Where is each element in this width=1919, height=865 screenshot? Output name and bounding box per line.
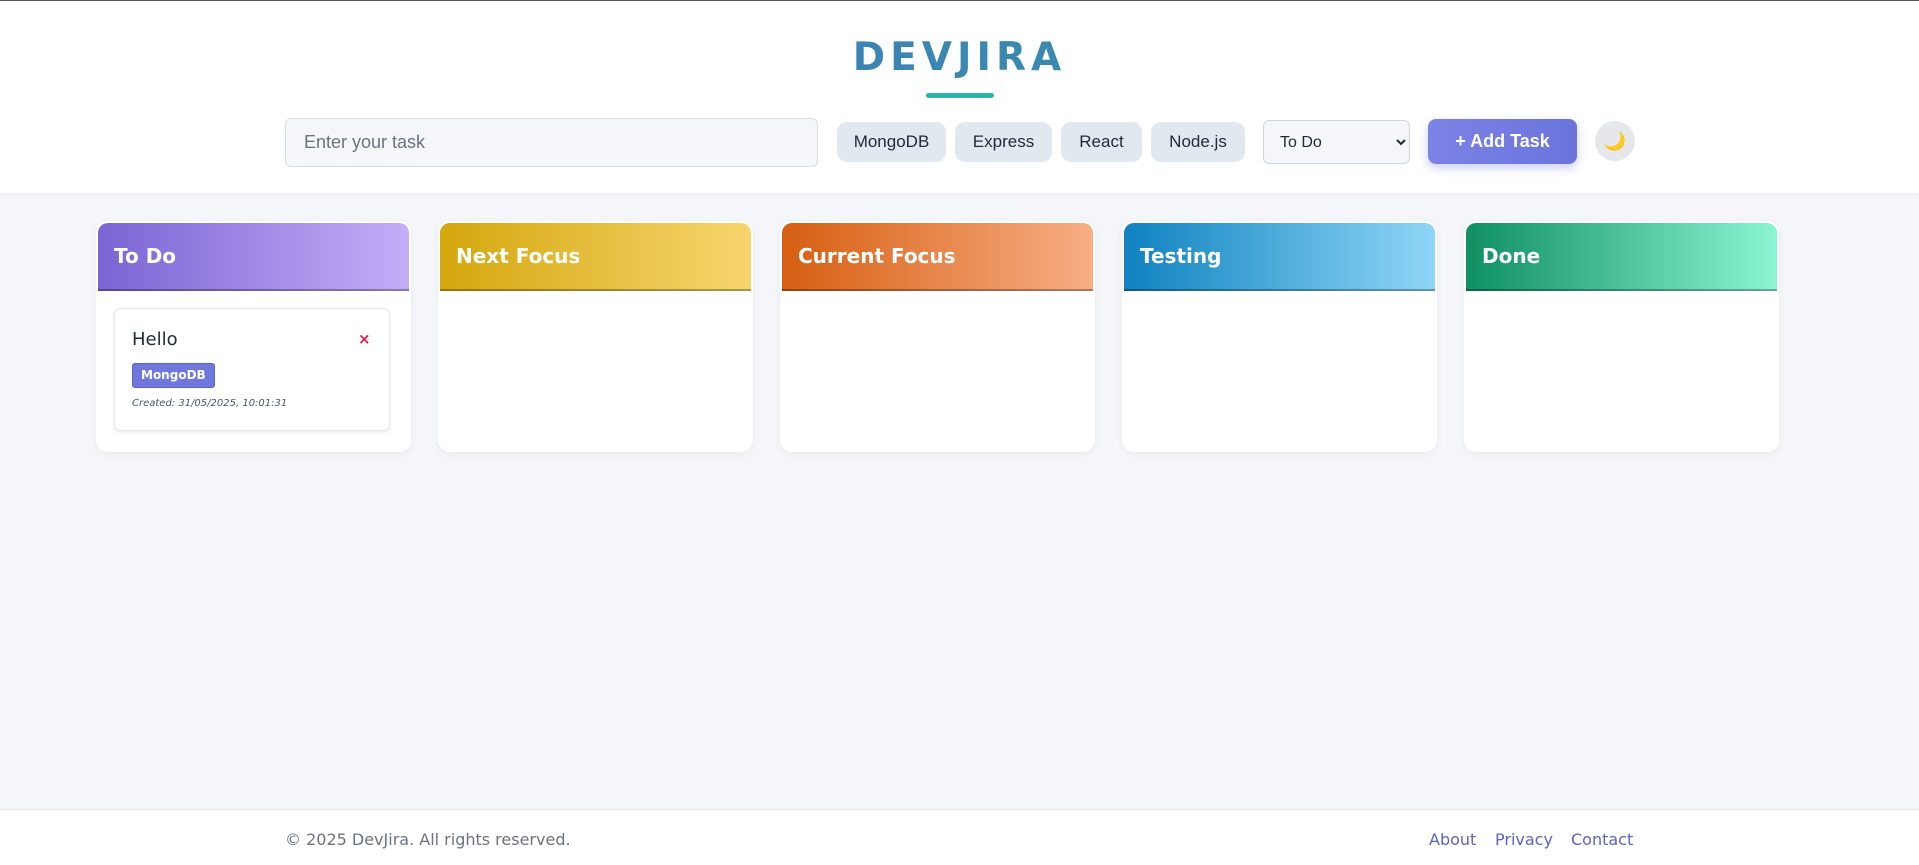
column-header-testing: Testing: [1124, 223, 1435, 291]
column-header-next-focus: Next Focus: [440, 223, 751, 291]
tag-button-express[interactable]: Express: [955, 122, 1052, 162]
status-select[interactable]: To Do: [1263, 120, 1410, 164]
tag-button-mongodb[interactable]: MongoDB: [837, 122, 946, 162]
task-tag-badge: MongoDB: [132, 363, 215, 388]
app-logo: DEVJIRA: [0, 35, 1919, 80]
logo-underline: [926, 93, 994, 98]
tag-button-react[interactable]: React: [1061, 122, 1142, 162]
moon-icon: 🌙: [1603, 131, 1627, 151]
column-header-current-focus: Current Focus: [782, 223, 1093, 291]
column-header-done: Done: [1466, 223, 1777, 291]
column-done: Done: [1464, 221, 1779, 452]
task-input[interactable]: [285, 118, 818, 167]
footer-link-contact[interactable]: Contact: [1571, 830, 1633, 849]
top-bar: DEVJIRA MongoDB Express React Node.js To…: [0, 0, 1919, 193]
copyright-text: © 2025 DevJira. All rights reserved.: [285, 830, 571, 849]
task-created-timestamp: Created: 31/05/2025, 10:01:31: [132, 398, 288, 409]
tag-button-nodejs[interactable]: Node.js: [1151, 122, 1245, 162]
theme-toggle-button[interactable]: 🌙: [1595, 121, 1635, 161]
task-card[interactable]: Hello × MongoDB Created: 31/05/2025, 10:…: [114, 308, 390, 431]
column-next-focus: Next Focus: [438, 221, 753, 452]
delete-task-icon[interactable]: ×: [358, 330, 371, 348]
column-todo: To Do Hello × MongoDB Created: 31/05/202…: [96, 221, 411, 452]
footer-link-about[interactable]: About: [1429, 830, 1476, 849]
column-header-todo: To Do: [98, 223, 409, 291]
add-task-button[interactable]: + Add Task: [1428, 119, 1577, 164]
column-testing: Testing: [1122, 221, 1437, 452]
task-title: Hello: [132, 329, 178, 350]
footer-link-privacy[interactable]: Privacy: [1495, 830, 1553, 849]
footer: © 2025 DevJira. All rights reserved. Abo…: [0, 809, 1919, 865]
column-current-focus: Current Focus: [780, 221, 1095, 452]
